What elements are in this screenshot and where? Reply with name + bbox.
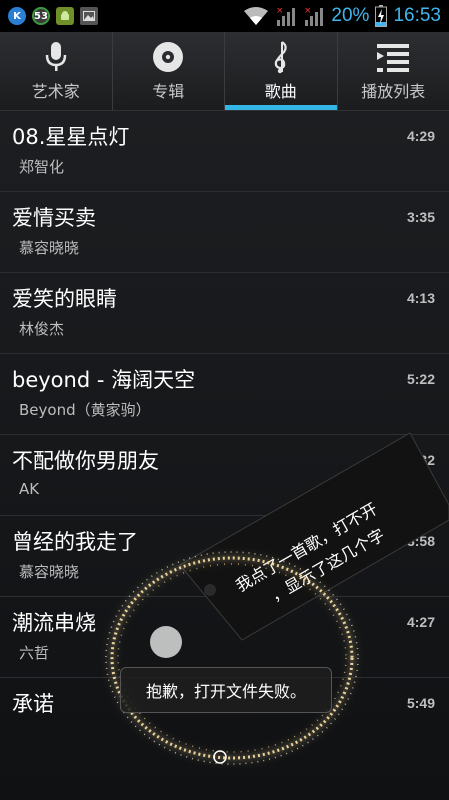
error-toast: 抱歉，打开文件失败。 xyxy=(120,667,332,713)
song-artist: 六哲 xyxy=(19,644,50,662)
tab-label: 艺术家 xyxy=(31,82,80,101)
svg-text:×: × xyxy=(276,6,284,16)
song-title: beyond - 海阔天空 xyxy=(12,368,196,392)
song-artist: 慕容晓晓 xyxy=(19,239,80,257)
battery-percent: 20% xyxy=(331,5,370,26)
song-duration: 4:13 xyxy=(406,290,435,306)
image-icon xyxy=(80,7,98,25)
song-row[interactable]: 爱笑的眼睛 林俊杰 4:13 xyxy=(0,273,449,354)
android-icon xyxy=(56,7,74,25)
tab-label: 歌曲 xyxy=(264,82,297,101)
playlist-icon xyxy=(377,40,410,74)
song-artist: 郑智化 xyxy=(19,158,65,176)
song-duration: 4:27 xyxy=(406,614,435,630)
song-duration: 5:22 xyxy=(406,371,435,387)
song-title: 08.星星点灯 xyxy=(12,125,130,149)
song-row[interactable]: 曾经的我走了 慕容晓晓 3:58 xyxy=(0,516,449,597)
song-row[interactable]: 08.星星点灯 郑智化 4:29 xyxy=(0,111,449,192)
song-row[interactable]: 潮流串烧 六哲 4:27 xyxy=(0,597,449,678)
song-title: 曾经的我走了 xyxy=(12,530,138,554)
tab-albums[interactable]: 专辑 xyxy=(113,32,225,110)
music-note-icon xyxy=(270,40,292,74)
song-duration: 3:58 xyxy=(406,533,435,549)
song-duration: 3:35 xyxy=(406,209,435,225)
library-tabs: 艺术家 专辑 歌曲 播放列表 xyxy=(0,32,449,111)
tab-playlists[interactable]: 播放列表 xyxy=(338,32,449,110)
system-status: × × 20% 16:53 xyxy=(243,0,441,32)
notification-icons: K 53 xyxy=(8,7,98,25)
song-duration: 4:29 xyxy=(406,128,435,144)
song-artist: AK xyxy=(19,480,40,498)
song-title: 不配做你男朋友 xyxy=(12,449,159,473)
signal-icon-2: × xyxy=(304,6,324,26)
song-row[interactable]: beyond - 海阔天空 Beyond（黄家驹） 5:22 xyxy=(0,354,449,435)
song-artist: 林俊杰 xyxy=(19,320,65,338)
tab-songs[interactable]: 歌曲 xyxy=(225,32,338,110)
song-duration: 3:32 xyxy=(406,452,435,468)
tab-label: 播放列表 xyxy=(361,82,426,101)
song-title: 爱情买卖 xyxy=(12,206,96,230)
svg-text:×: × xyxy=(304,6,312,16)
app-53-icon: 53 xyxy=(32,7,50,25)
song-title: 承诺 xyxy=(12,692,54,716)
app-k-icon: K xyxy=(8,7,26,25)
wifi-icon xyxy=(244,7,269,25)
status-bar: K 53 × × 20% 16:53 xyxy=(0,0,449,32)
song-artist: Beyond（黄家驹） xyxy=(19,401,151,419)
album-disc-icon xyxy=(152,40,184,74)
song-artist: 慕容晓晓 xyxy=(19,563,80,581)
song-duration: 5:49 xyxy=(406,695,435,711)
battery-charging-icon xyxy=(375,5,388,27)
clock: 16:53 xyxy=(393,5,441,26)
tab-artists[interactable]: 艺术家 xyxy=(0,32,113,110)
microphone-icon xyxy=(45,40,67,74)
tab-label: 专辑 xyxy=(152,82,185,101)
song-row[interactable]: 不配做你男朋友 AK 3:32 xyxy=(0,435,449,516)
signal-icon: × xyxy=(276,6,296,26)
song-title: 潮流串烧 xyxy=(12,611,96,635)
song-row[interactable]: 爱情买卖 慕容晓晓 3:35 xyxy=(0,192,449,273)
song-title: 爱笑的眼睛 xyxy=(12,287,117,311)
